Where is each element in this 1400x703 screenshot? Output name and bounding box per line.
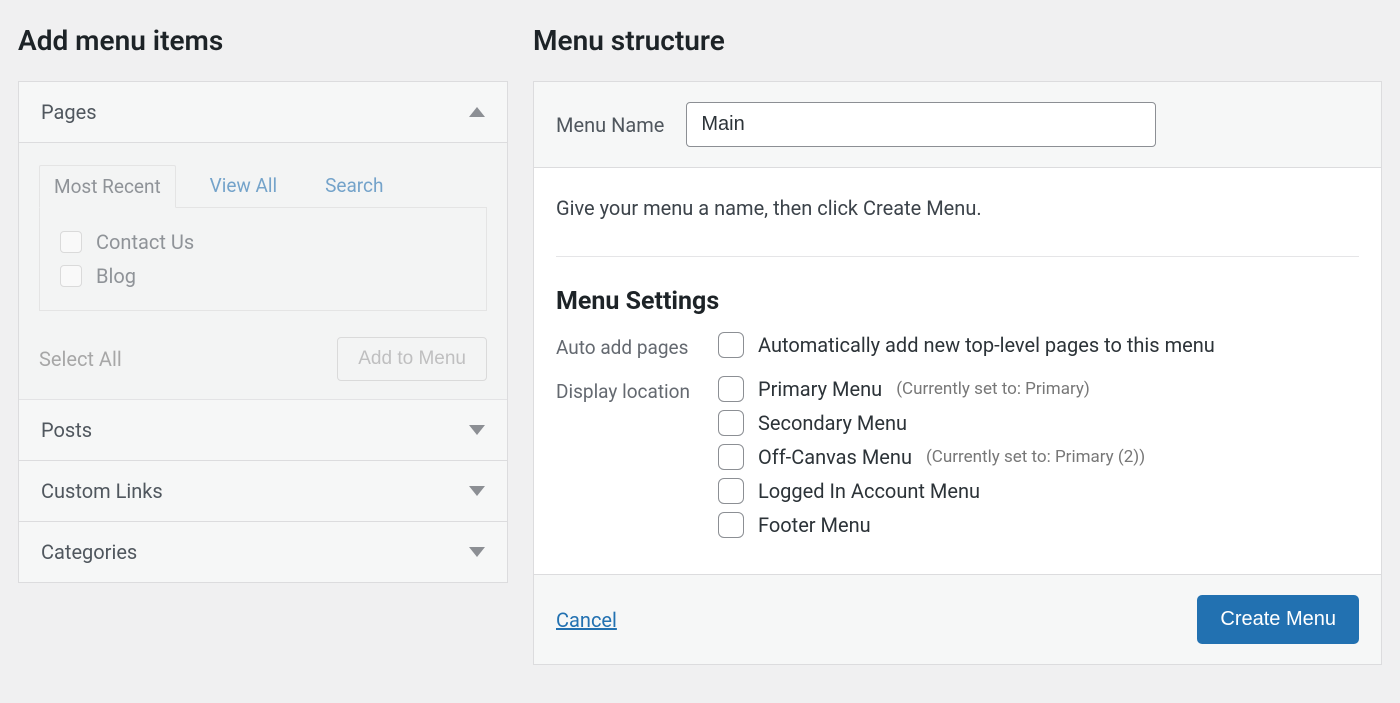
- loggedin-menu-label: Logged In Account Menu: [758, 479, 980, 503]
- auto-add-pages-text: Automatically add new top-level pages to…: [758, 333, 1215, 357]
- pages-item-list: Contact Us Blog: [39, 207, 487, 311]
- select-all-link[interactable]: Select All: [39, 347, 122, 371]
- menu-name-label: Menu Name: [556, 113, 664, 137]
- tab-view-all[interactable]: View All: [196, 165, 291, 208]
- divider: [556, 256, 1359, 257]
- caret-up-icon: [469, 107, 485, 117]
- primary-menu-note: (Currently set to: Primary): [896, 379, 1090, 399]
- checkbox-loggedin-menu[interactable]: [718, 478, 744, 504]
- add-menu-items-heading: Add menu items: [18, 24, 508, 57]
- accordion-pages-title: Pages: [41, 100, 97, 124]
- menu-structure-heading: Menu structure: [533, 24, 1382, 57]
- menu-structure-panel: Menu Name Give your menu a name, then cl…: [533, 81, 1382, 665]
- tab-search[interactable]: Search: [311, 165, 397, 208]
- item-label: Blog: [96, 264, 136, 288]
- create-menu-button[interactable]: Create Menu: [1197, 595, 1359, 644]
- offcanvas-menu-note: (Currently set to: Primary (2)): [926, 447, 1145, 467]
- checkbox-footer-menu[interactable]: [718, 512, 744, 538]
- secondary-menu-label: Secondary Menu: [758, 411, 907, 435]
- menu-items-accordion: Pages Most Recent View All Search Contac…: [18, 81, 508, 583]
- menu-instructions: Give your menu a name, then click Create…: [556, 196, 1359, 220]
- accordion-pages-body: Most Recent View All Search Contact Us B…: [19, 143, 507, 400]
- accordion-custom-links-header[interactable]: Custom Links: [19, 461, 507, 522]
- checkbox-secondary-menu[interactable]: [718, 410, 744, 436]
- accordion-posts-title: Posts: [41, 418, 92, 442]
- list-item: Contact Us: [60, 230, 466, 254]
- accordion-categories-title: Categories: [41, 540, 137, 564]
- caret-down-icon: [469, 547, 485, 557]
- caret-down-icon: [469, 425, 485, 435]
- checkbox-primary-menu[interactable]: [718, 376, 744, 402]
- menu-name-input[interactable]: [686, 102, 1156, 147]
- cancel-link[interactable]: Cancel: [556, 608, 617, 632]
- offcanvas-menu-label: Off-Canvas Menu: [758, 445, 912, 469]
- accordion-posts-header[interactable]: Posts: [19, 400, 507, 461]
- checkbox-offcanvas-menu[interactable]: [718, 444, 744, 470]
- checkbox-contact-us[interactable]: [60, 231, 82, 253]
- menu-settings-heading: Menu Settings: [556, 287, 1359, 316]
- tab-most-recent[interactable]: Most Recent: [39, 165, 176, 208]
- pages-tabs: Most Recent View All Search: [39, 165, 487, 208]
- accordion-categories-header[interactable]: Categories: [19, 522, 507, 582]
- footer-menu-label: Footer Menu: [758, 513, 871, 537]
- item-label: Contact Us: [96, 230, 194, 254]
- checkbox-blog[interactable]: [60, 265, 82, 287]
- auto-add-pages-label: Auto add pages: [556, 332, 718, 359]
- checkbox-auto-add-pages[interactable]: [718, 332, 744, 358]
- accordion-pages-header[interactable]: Pages: [19, 82, 507, 143]
- add-to-menu-button[interactable]: Add to Menu: [337, 337, 487, 381]
- display-location-label: Display location: [556, 376, 718, 403]
- caret-down-icon: [469, 486, 485, 496]
- primary-menu-label: Primary Menu: [758, 377, 882, 401]
- accordion-custom-links-title: Custom Links: [41, 479, 163, 503]
- list-item: Blog: [60, 264, 466, 288]
